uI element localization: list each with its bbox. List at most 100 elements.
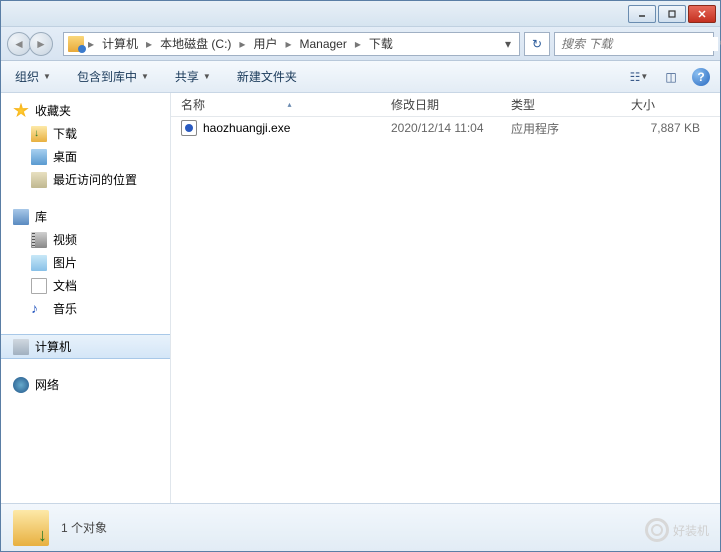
help-button[interactable]: ? [692, 68, 710, 86]
exe-icon [181, 120, 197, 136]
view-options-button[interactable]: ☷▼ [628, 67, 650, 87]
desktop-icon [31, 149, 47, 165]
sidebar-item-label: 视频 [53, 231, 77, 248]
share-menu[interactable]: 共享 ▼ [171, 65, 215, 88]
sidebar-item-label: 文档 [53, 277, 77, 294]
breadcrumb-item[interactable]: 下载 [365, 33, 397, 54]
column-date[interactable]: 修改日期 [381, 96, 501, 113]
computer-icon [13, 339, 29, 355]
file-row[interactable]: haozhuangji.exe 2020/12/14 11:04 应用程序 7,… [171, 117, 720, 139]
file-list: haozhuangji.exe 2020/12/14 11:04 应用程序 7,… [171, 117, 720, 503]
chevron-down-icon: ▼ [43, 72, 51, 81]
address-dropdown[interactable]: ▾ [501, 37, 515, 51]
recent-icon [31, 172, 47, 188]
arrow-left-icon: ◄ [13, 37, 25, 51]
sidebar-item-label: 网络 [35, 376, 59, 393]
address-bar[interactable]: ▸ 计算机▸ 本地磁盘 (C:)▸ 用户▸ Manager▸ 下载 ▾ [63, 32, 520, 56]
maximize-button[interactable] [658, 5, 686, 23]
organize-label: 组织 [15, 68, 39, 85]
favorites-header[interactable]: 收藏夹 [1, 99, 170, 122]
sidebar-item-documents[interactable]: 文档 [1, 274, 170, 297]
breadcrumb-item[interactable]: 本地磁盘 (C:) [156, 33, 235, 54]
favorites-group: 收藏夹 下载 桌面 最近访问的位置 [1, 99, 170, 191]
view-icon: ☷ [630, 70, 641, 84]
star-icon [13, 103, 29, 119]
chevron-right-icon: ▸ [283, 37, 293, 51]
sidebar-item-desktop[interactable]: 桌面 [1, 145, 170, 168]
preview-pane-button[interactable]: ◫ [660, 67, 682, 87]
column-headers: 名称▴ 修改日期 类型 大小 [171, 93, 720, 117]
download-folder-icon [13, 510, 49, 546]
sidebar-item-computer[interactable]: 计算机 [1, 334, 170, 359]
picture-icon [31, 255, 47, 271]
preview-icon: ◫ [665, 70, 676, 84]
include-library-menu[interactable]: 包含到库中 ▼ [73, 65, 153, 88]
column-size[interactable]: 大小 [621, 96, 720, 113]
libraries-label: 库 [35, 208, 47, 225]
folder-icon [68, 36, 84, 52]
main-area: 收藏夹 下载 桌面 最近访问的位置 库 视频 图片 文档 ♪音乐 计算机 网络 … [1, 93, 720, 503]
chevron-down-icon: ▼ [640, 72, 648, 81]
sidebar-item-label: 计算机 [35, 338, 71, 355]
file-size: 7,887 KB [621, 121, 720, 135]
file-date: 2020/12/14 11:04 [381, 121, 501, 135]
close-button[interactable] [688, 5, 716, 23]
forward-button[interactable]: ► [29, 32, 53, 56]
libraries-header[interactable]: 库 [1, 205, 170, 228]
column-name[interactable]: 名称▴ [171, 96, 381, 113]
file-name: haozhuangji.exe [203, 121, 290, 135]
refresh-icon: ↻ [532, 37, 542, 51]
sidebar-item-label: 图片 [53, 254, 77, 271]
breadcrumb-item[interactable]: 用户 [249, 33, 281, 54]
video-icon [31, 232, 47, 248]
sidebar-item-label: 桌面 [53, 148, 77, 165]
music-icon: ♪ [31, 301, 47, 317]
sidebar-item-downloads[interactable]: 下载 [1, 122, 170, 145]
minimize-button[interactable] [628, 5, 656, 23]
arrow-right-icon: ► [35, 37, 47, 51]
sidebar-item-recent[interactable]: 最近访问的位置 [1, 168, 170, 191]
newfolder-label: 新建文件夹 [237, 68, 297, 85]
include-label: 包含到库中 [77, 68, 137, 85]
sidebar-item-videos[interactable]: 视频 [1, 228, 170, 251]
navbar: ◄ ► ▸ 计算机▸ 本地磁盘 (C:)▸ 用户▸ Manager▸ 下载 ▾ … [1, 27, 720, 61]
toolbar: 组织▼ 包含到库中▼ 共享▼ 新建文件夹 ☷▼ ◫ ? [1, 61, 720, 93]
column-type[interactable]: 类型 [501, 96, 621, 113]
chevron-right-icon: ▸ [237, 37, 247, 51]
sidebar-item-music[interactable]: ♪ 音乐 [1, 297, 170, 320]
sidebar-item-label: 最近访问的位置 [53, 171, 137, 188]
titlebar [1, 1, 720, 27]
favorites-label: 收藏夹 [35, 102, 71, 119]
search-input[interactable] [561, 37, 718, 51]
sidebar-item-network[interactable]: 网络 [1, 373, 170, 396]
chevron-down-icon: ▼ [203, 72, 211, 81]
nav-back-forward: ◄ ► [7, 31, 59, 57]
search-box[interactable]: 🔍 [554, 32, 714, 56]
computer-group: 计算机 [1, 334, 170, 359]
refresh-button[interactable]: ↻ [524, 32, 550, 56]
document-icon [31, 278, 47, 294]
sidebar-item-label: 音乐 [53, 300, 77, 317]
chevron-right-icon: ▸ [353, 37, 363, 51]
back-button[interactable]: ◄ [7, 32, 31, 56]
chevron-down-icon: ▼ [141, 72, 149, 81]
network-icon [13, 377, 29, 393]
network-group: 网络 [1, 373, 170, 396]
content-area: 名称▴ 修改日期 类型 大小 haozhuangji.exe 2020/12/1… [171, 93, 720, 503]
share-label: 共享 [175, 68, 199, 85]
help-icon: ? [697, 70, 704, 84]
status-text: 1 个对象 [61, 519, 107, 536]
column-label: 名称 [181, 96, 205, 113]
breadcrumb: 计算机▸ 本地磁盘 (C:)▸ 用户▸ Manager▸ 下载 [98, 33, 397, 54]
breadcrumb-item[interactable]: Manager [295, 35, 350, 53]
organize-menu[interactable]: 组织 ▼ [11, 65, 55, 88]
libraries-group: 库 视频 图片 文档 ♪ 音乐 [1, 205, 170, 320]
sidebar-item-pictures[interactable]: 图片 [1, 251, 170, 274]
library-icon [13, 209, 29, 225]
breadcrumb-item[interactable]: 计算机 [98, 33, 142, 54]
download-folder-icon [31, 126, 47, 142]
sidebar-item-label: 下载 [53, 125, 77, 142]
column-label: 修改日期 [391, 96, 439, 113]
new-folder-button[interactable]: 新建文件夹 [233, 65, 301, 88]
file-type: 应用程序 [501, 120, 621, 137]
